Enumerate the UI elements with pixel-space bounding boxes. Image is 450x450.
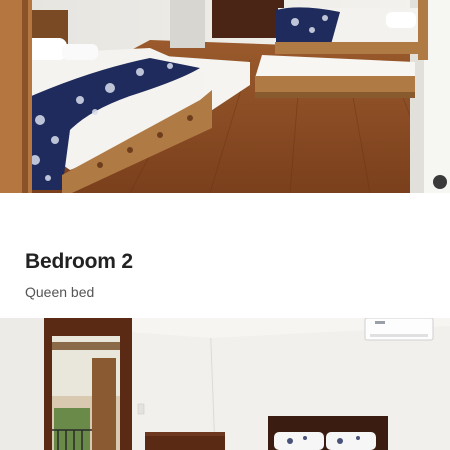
bedroom-photo-image-2: [0, 318, 450, 450]
top-room-photo[interactable]: [0, 0, 450, 193]
bedroom-photo-image: [0, 0, 450, 193]
room-bed-type: Queen bed: [25, 284, 95, 300]
room-title: Bedroom 2: [25, 250, 133, 273]
bottom-room-photo[interactable]: [0, 318, 450, 450]
